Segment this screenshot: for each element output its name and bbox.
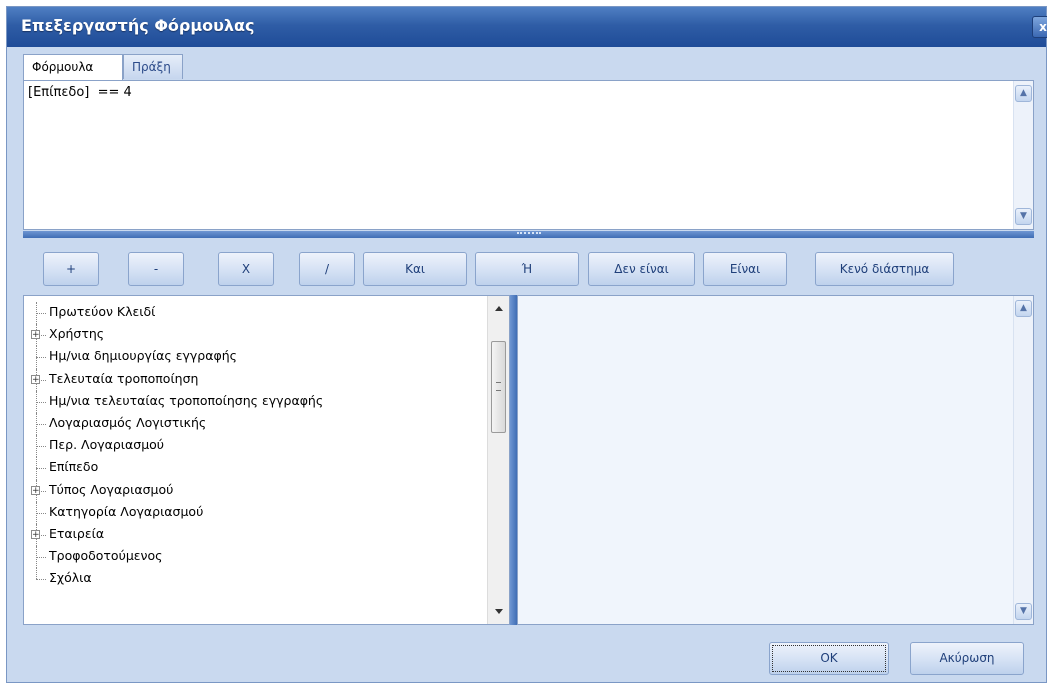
tree-item[interactable]: Σχόλια — [30, 568, 490, 590]
scroll-down-icon[interactable]: ▼ — [1015, 208, 1032, 225]
tree-item[interactable]: + Τύπος Λογαριασμού — [30, 479, 490, 502]
operator-not-button[interactable]: Δεν είναι — [588, 252, 695, 286]
tree-item[interactable]: Λογαριασμός Λογιστικής — [30, 412, 490, 436]
formula-editor-window: Επεξεργαστής Φόρμουλας x Φόρμουλα Πράξη … — [6, 6, 1047, 683]
field-detail-panel: ▲ ▼ — [517, 295, 1034, 625]
splitter-grip-icon — [516, 232, 541, 237]
operator-divide-button[interactable]: / — [299, 252, 355, 286]
tree-item[interactable]: + Τελευταία τροποποίηση — [30, 368, 490, 391]
tree-connector-icon — [36, 423, 46, 425]
scroll-up-icon[interactable]: ▲ — [1015, 300, 1032, 317]
tree-item-label: Τύπος Λογαριασμού — [49, 481, 174, 497]
horizontal-splitter[interactable] — [23, 231, 1034, 238]
tree-item[interactable]: Τροφοδοτούμενος — [30, 546, 490, 569]
tree-item[interactable]: Ημ/νια δημιουργίας εγγραφής — [30, 346, 490, 369]
operator-toolbar: + - X / Και Ή Δεν είναι Είναι Κενό διάστ… — [23, 239, 1034, 293]
tree-item-label: Χρήστης — [49, 326, 105, 342]
scroll-thumb[interactable] — [491, 341, 506, 433]
tree-connector-icon — [36, 446, 46, 448]
thumb-grip-icon — [496, 382, 501, 391]
tree-item[interactable]: Πρωτεύον Κλειδί — [30, 302, 490, 325]
tree-item[interactable]: Επίπεδο — [30, 457, 490, 480]
ok-button[interactable]: OK — [769, 642, 889, 675]
tree-item-label: Πρωτεύον Κλειδί — [49, 304, 156, 319]
tree-item[interactable]: + Εταιρεία — [30, 523, 490, 547]
tree-item-label: Τελευταία τροποποίηση — [49, 370, 199, 386]
scroll-down-icon[interactable] — [495, 609, 503, 614]
tree-connector-icon — [36, 468, 46, 470]
scroll-up-icon[interactable] — [495, 306, 503, 311]
operator-plus-button[interactable]: + — [43, 252, 99, 286]
tree-item-label: Σχόλια — [49, 570, 92, 586]
close-button[interactable]: x — [1032, 16, 1047, 38]
operator-and-button[interactable]: Και — [363, 252, 467, 286]
tree-item[interactable]: + Χρήστης — [30, 324, 490, 347]
operator-is-button[interactable]: Είναι — [703, 252, 787, 286]
operator-or-button[interactable]: Ή — [475, 252, 579, 286]
tree-connector-icon — [36, 313, 46, 314]
tree-connector-icon — [36, 357, 46, 359]
plus-expander-icon[interactable]: + — [31, 529, 40, 539]
tree-item[interactable]: Κατηγορία Λογαριασμού — [30, 501, 490, 524]
tree-item-label: Τροφοδοτούμενος — [49, 548, 163, 564]
tree-item-label: Επίπεδο — [49, 459, 99, 475]
editor-scrollbar[interactable]: ▲ ▼ — [1013, 81, 1033, 229]
scroll-up-icon[interactable]: ▲ — [1015, 85, 1032, 102]
plus-expander-icon[interactable]: + — [31, 330, 40, 340]
tree-item-label: Λογαριασμός Λογιστικής — [49, 414, 207, 430]
tree-item-label: Κατηγορία Λογαριασμού — [49, 503, 204, 519]
plus-expander-icon[interactable]: + — [31, 374, 40, 384]
tree-connector-icon — [36, 579, 46, 581]
tree-connector-icon — [36, 401, 46, 403]
tree-item[interactable]: Ημ/νια τελευταίας τροποποίησης εγγραφής — [30, 390, 490, 413]
tree-scrollbar[interactable] — [487, 296, 509, 624]
plus-expander-icon[interactable]: + — [31, 485, 40, 495]
tab-action[interactable]: Πράξη — [123, 54, 183, 79]
cancel-button[interactable]: Ακύρωση — [910, 642, 1024, 675]
tree-connector-icon — [36, 557, 46, 559]
field-tree: Πρωτεύον Κλειδί + Χρήστης Ημ/νια δημιουργία… — [30, 302, 490, 590]
tree-connector-icon — [36, 512, 46, 514]
field-tree-panel: Πρωτεύον Κλειδί + Χρήστης Ημ/νια δημιουργία… — [23, 295, 510, 625]
operator-space-button[interactable]: Κενό διάστημα — [815, 252, 954, 286]
tree-item-label: Εταιρεία — [49, 525, 105, 541]
detail-scrollbar[interactable]: ▲ ▼ — [1013, 296, 1033, 624]
operator-multiply-button[interactable]: X — [218, 252, 274, 286]
vertical-splitter[interactable] — [510, 295, 517, 625]
tree-line-icon — [36, 568, 37, 580]
operator-minus-button[interactable]: - — [128, 252, 184, 286]
tree-item[interactable]: Περ. Λογαριασμού — [30, 435, 490, 458]
title-bar[interactable]: Επεξεργαστής Φόρμουλας x — [7, 7, 1047, 47]
formula-text-input[interactable] — [28, 85, 998, 225]
tree-item-label: Ημ/νια τελευταίας τροποποίησης εγγραφής — [49, 392, 324, 408]
dialog-footer: OK Ακύρωση — [7, 627, 1046, 684]
scroll-down-icon[interactable]: ▼ — [1015, 603, 1032, 620]
tab-formula[interactable]: Φόρμουλα — [23, 54, 123, 81]
tree-item-label: Περ. Λογαριασμού — [49, 437, 165, 453]
tree-item-label: Ημ/νια δημιουργίας εγγραφής — [49, 348, 237, 364]
formula-editor: ▲ ▼ — [23, 80, 1034, 230]
fields-area: Πρωτεύον Κλειδί + Χρήστης Ημ/νια δημιουργία… — [23, 295, 1034, 625]
close-icon: x — [1039, 20, 1047, 34]
window-title: Επεξεργαστής Φόρμουλας — [21, 16, 255, 35]
